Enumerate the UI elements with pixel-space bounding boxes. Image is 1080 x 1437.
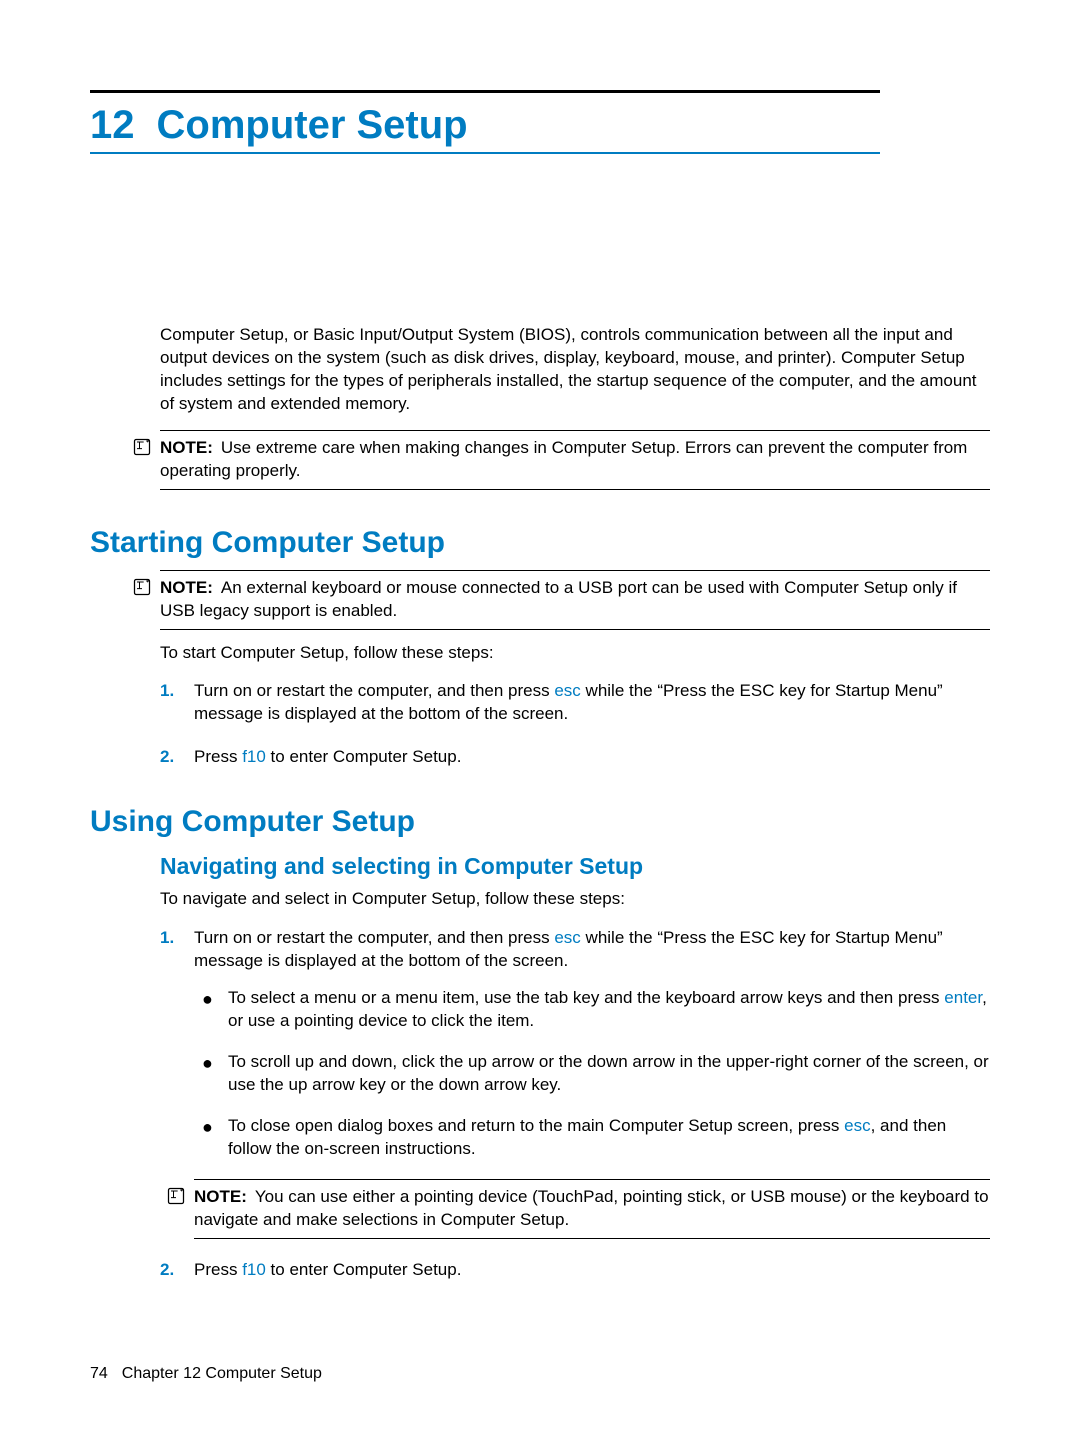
section-starting-body: NOTE:An external keyboard or mouse conne… xyxy=(160,570,990,770)
steps-list: 1. Turn on or restart the computer, and … xyxy=(160,680,990,769)
note-rule-bottom xyxy=(194,1238,990,1239)
chapter-heading: 12 Computer Setup xyxy=(90,103,990,148)
note-icon xyxy=(166,1186,186,1213)
step-text: Press f10 to enter Computer Setup. xyxy=(194,1259,990,1282)
document-page: 12 Computer Setup Computer Setup, or Basi… xyxy=(0,0,1080,1437)
key-esc: esc xyxy=(554,928,580,947)
step-text: Turn on or restart the computer, and the… xyxy=(194,680,990,726)
note-block: NOTE:Use extreme care when making change… xyxy=(160,430,990,490)
section-lead: To start Computer Setup, follow these st… xyxy=(160,642,990,665)
top-rule xyxy=(90,90,880,93)
bullet-icon: ● xyxy=(194,1115,228,1139)
section-using-heading: Using Computer Setup xyxy=(90,805,990,839)
chapter-title-text: Computer Setup xyxy=(157,103,468,147)
section-starting-heading: Starting Computer Setup xyxy=(90,526,990,560)
bullet-item: ● To select a menu or a menu item, use t… xyxy=(194,987,990,1033)
chapter-number: 12 xyxy=(90,103,135,148)
bullet-list: ● To select a menu or a menu item, use t… xyxy=(194,987,990,1161)
bullet-text: To close open dialog boxes and return to… xyxy=(228,1115,990,1161)
note-text: Use extreme care when making changes in … xyxy=(160,438,967,480)
bullet-item: ● To scroll up and down, click the up ar… xyxy=(194,1051,990,1097)
note-rule-bottom xyxy=(160,629,990,630)
step-item: 1. Turn on or restart the computer, and … xyxy=(160,927,990,1238)
step-text: Turn on or restart the computer, and the… xyxy=(194,927,990,1238)
step-number: 1. xyxy=(160,927,194,950)
heading-underline xyxy=(90,152,880,154)
section-using-body: To navigate and select in Computer Setup… xyxy=(160,888,990,1281)
page-footer: 74 Chapter 12 Computer Setup xyxy=(90,1365,322,1383)
key-f10: f10 xyxy=(242,747,266,766)
step-item: 2. Press f10 to enter Computer Setup. xyxy=(160,746,990,769)
page-number: 74 xyxy=(90,1365,108,1382)
key-f10: f10 xyxy=(242,1260,266,1279)
footer-chapter-ref: Chapter 12 Computer Setup xyxy=(122,1365,322,1382)
key-esc: esc xyxy=(844,1116,870,1135)
note-label: NOTE: xyxy=(194,1187,247,1206)
bullet-icon: ● xyxy=(194,1051,228,1075)
note-text: An external keyboard or mouse connected … xyxy=(160,578,957,620)
note-rule-bottom xyxy=(160,489,990,490)
bullet-text: To select a menu or a menu item, use the… xyxy=(228,987,990,1033)
subsection-lead: To navigate and select in Computer Setup… xyxy=(160,888,990,911)
key-enter: enter xyxy=(944,988,982,1007)
step-item: 2. Press f10 to enter Computer Setup. xyxy=(160,1259,990,1282)
note-icon xyxy=(132,577,152,602)
subsection-navigating-heading: Navigating and selecting in Computer Set… xyxy=(160,853,990,880)
note-label: NOTE: xyxy=(160,578,213,597)
step-number: 2. xyxy=(160,746,194,769)
key-esc: esc xyxy=(554,681,580,700)
step-number: 1. xyxy=(160,680,194,703)
bullet-text: To scroll up and down, click the up arro… xyxy=(228,1051,990,1097)
step-item: 1. Turn on or restart the computer, and … xyxy=(160,680,990,726)
step-text: Press f10 to enter Computer Setup. xyxy=(194,746,990,769)
note-icon xyxy=(132,437,152,462)
intro-paragraph: Computer Setup, or Basic Input/Output Sy… xyxy=(160,324,990,416)
note-block: NOTE:An external keyboard or mouse conne… xyxy=(160,570,990,630)
bullet-item: ● To close open dialog boxes and return … xyxy=(194,1115,990,1161)
body-column: Computer Setup, or Basic Input/Output Sy… xyxy=(160,324,990,490)
note-block: NOTE:You can use either a pointing devic… xyxy=(194,1179,990,1239)
bullet-icon: ● xyxy=(194,987,228,1011)
note-text: You can use either a pointing device (To… xyxy=(194,1187,989,1229)
note-label: NOTE: xyxy=(160,438,213,457)
step-number: 2. xyxy=(160,1259,194,1282)
steps-list: 1. Turn on or restart the computer, and … xyxy=(160,927,990,1281)
